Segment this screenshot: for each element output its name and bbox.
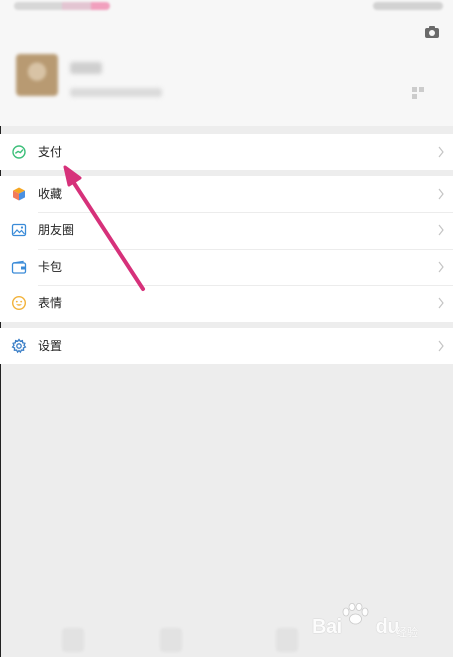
- menu-item-label: 表情: [38, 296, 63, 310]
- chevron-right-icon: [438, 188, 444, 200]
- menu-item-label: 收藏: [38, 187, 63, 201]
- features-section: 收藏 朋友圈 卡包 表情: [0, 176, 453, 322]
- chevron-right-icon: [438, 340, 444, 352]
- moments-photo-icon: [11, 223, 27, 237]
- status-left-blurred: [14, 2, 110, 10]
- menu-item-label: 支付: [38, 145, 63, 159]
- menu-item-favorites[interactable]: 收藏: [0, 176, 453, 212]
- menu-item-settings[interactable]: 设置: [0, 328, 453, 364]
- nickname-blurred: [70, 62, 102, 74]
- me-page: 支付 收藏 朋友圈 卡包 表情 设置 Bai du 经验: [0, 0, 453, 657]
- profile-header[interactable]: [0, 14, 453, 126]
- tab-ghost: [276, 628, 298, 652]
- menu-item-label: 设置: [38, 339, 63, 353]
- watermark-brand-a: Bai: [312, 616, 342, 638]
- chevron-right-icon: [438, 146, 444, 158]
- menu-item-label: 卡包: [38, 260, 63, 274]
- chevron-right-icon: [438, 297, 444, 309]
- settings-section: 设置: [0, 328, 453, 364]
- qr-chevron-icon[interactable]: [411, 86, 425, 100]
- tab-ghost: [160, 628, 182, 652]
- tab-ghost: [62, 628, 84, 652]
- card-wallet-icon: [11, 260, 27, 274]
- wechat-id-blurred: [70, 88, 162, 97]
- pay-section: 支付: [0, 134, 453, 170]
- gear-icon: [11, 338, 27, 354]
- chevron-right-icon: [438, 261, 444, 273]
- sticker-smile-icon: [11, 295, 27, 311]
- watermark-sub: 经验: [396, 626, 418, 639]
- baidu-watermark: Bai du 经验: [312, 603, 427, 643]
- menu-item-stickers[interactable]: 表情: [0, 285, 453, 321]
- menu-item-pay[interactable]: 支付: [0, 134, 453, 170]
- menu-item-label: 朋友圈: [38, 223, 75, 237]
- avatar[interactable]: [16, 54, 58, 96]
- menu-item-card-wallet[interactable]: 卡包: [0, 249, 453, 285]
- wechat-pay-icon: [12, 145, 26, 159]
- menu-item-moments[interactable]: 朋友圈: [0, 212, 453, 248]
- status-right-blurred: [373, 2, 443, 10]
- camera-icon[interactable]: [423, 23, 441, 41]
- chevron-right-icon: [438, 224, 444, 236]
- watermark-brand: Bai du: [312, 616, 400, 639]
- favorites-cube-icon: [13, 187, 25, 201]
- status-bar: [0, 0, 453, 14]
